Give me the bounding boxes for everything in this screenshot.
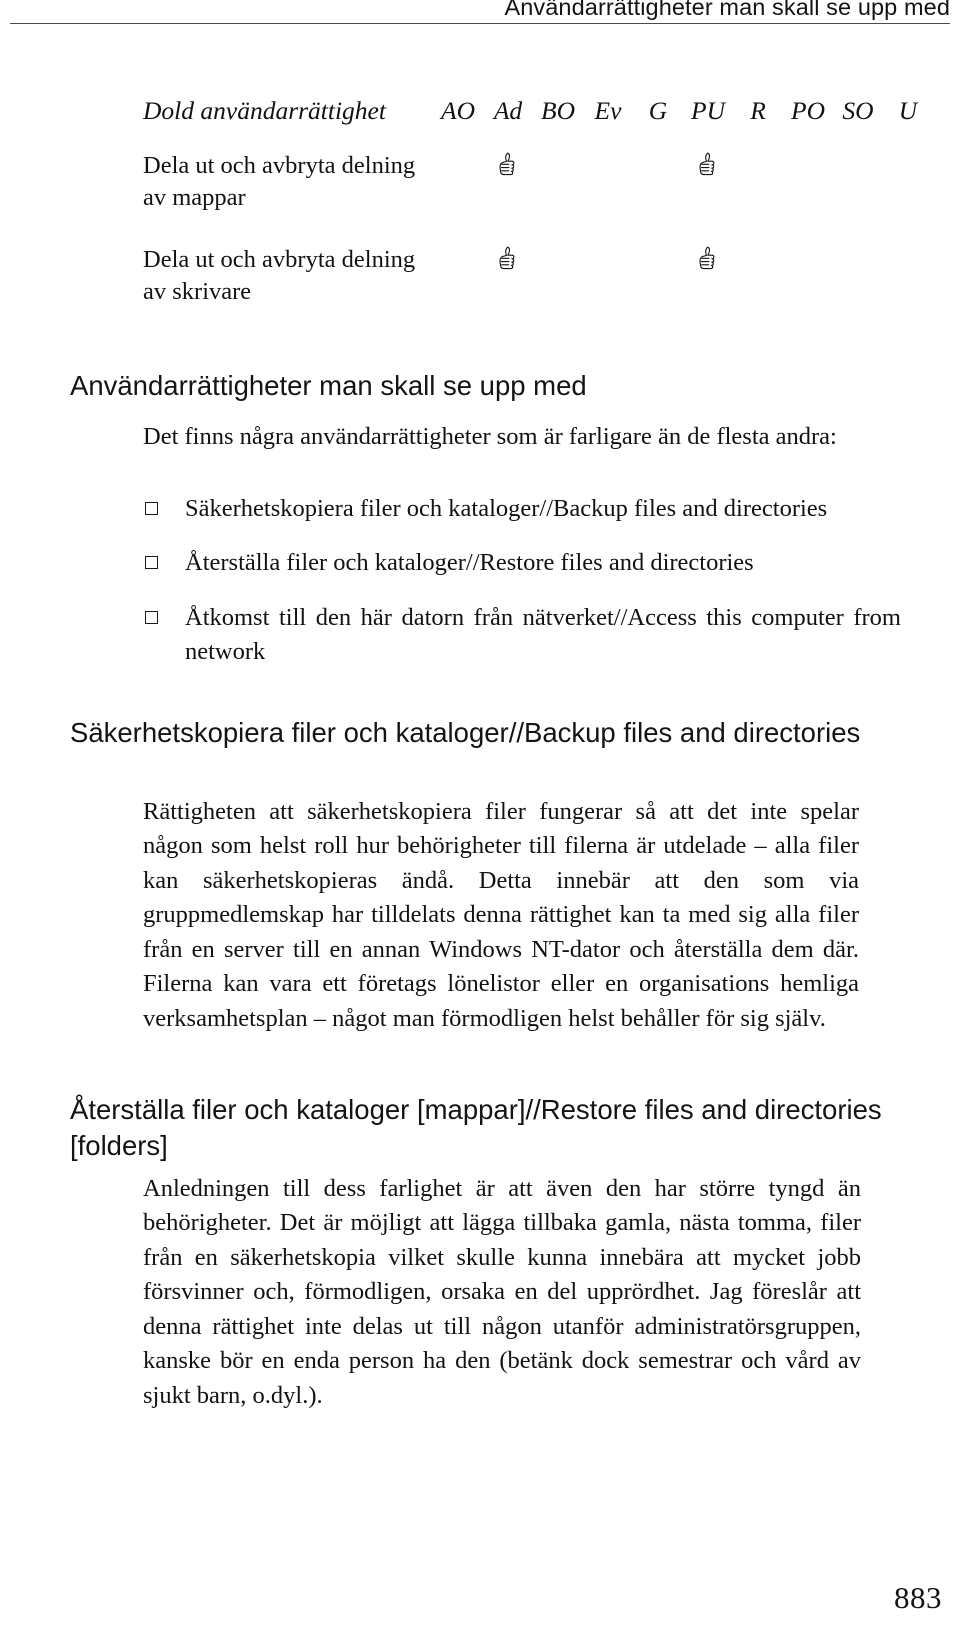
- running-header: Användarrättigheter man skall se upp med: [10, 0, 950, 34]
- running-header-title: Användarrättigheter man skall se upp med: [504, 0, 950, 20]
- list-item: Återställa filer och kataloger//Restore …: [143, 546, 915, 580]
- table-cell-g: [633, 244, 683, 338]
- thumbs-up-icon: [695, 245, 721, 275]
- header-rule: [10, 23, 950, 24]
- table-body: Dela ut och avbryta delning av mappar De…: [143, 150, 933, 337]
- table-cell-ad: [483, 244, 533, 338]
- dangerous-rights-list: Säkerhetskopiera filer och kataloger//Ba…: [143, 492, 901, 669]
- restore-paragraph: Anledningen till dess farlighet är att ä…: [143, 1175, 861, 1409]
- table-cell-ad: [483, 150, 533, 244]
- table-cell-so: [833, 244, 883, 338]
- section-heading-restore: Återställa filer och kataloger [mappar]/…: [70, 1094, 882, 1162]
- table-row-label: Dela ut och avbryta delning av skrivare: [143, 245, 416, 305]
- table-column-header-ev: Ev: [594, 96, 622, 125]
- thumbs-up-icon: [495, 245, 521, 275]
- permissions-table: Dold användarrättighet AO Ad BO Ev G PU …: [143, 96, 933, 337]
- backup-paragraph: Rättigheten att säkerhetskopiera filer f…: [143, 798, 859, 1032]
- table-cell-po: [783, 150, 833, 244]
- square-bullet-icon: [145, 502, 158, 515]
- table-row: Dela ut och avbryta delning av mappar: [143, 150, 933, 244]
- table-cell-u: [883, 244, 933, 338]
- table-column-header-r: R: [750, 96, 766, 125]
- table-column-header-g: G: [648, 96, 668, 125]
- table-cell-ev: [583, 244, 633, 338]
- table-column-header-u: U: [898, 96, 918, 125]
- table-cell-bo: [533, 244, 583, 338]
- table-cell-so: [833, 150, 883, 244]
- list-item: Säkerhetskopiera filer och kataloger//Ba…: [143, 492, 891, 526]
- document-page: Användarrättigheter man skall se upp med…: [0, 0, 960, 1630]
- list-item: Åtkomst till den här datorn från nätverk…: [143, 601, 901, 670]
- table-cell-u: [883, 150, 933, 244]
- table-column-header-ad: Ad: [493, 96, 523, 125]
- table-column-header-bo: BO: [541, 96, 575, 125]
- list-item-label: Säkerhetskopiera filer och kataloger//Ba…: [185, 495, 828, 522]
- table-header-row: Dold användarrättighet AO Ad BO Ev G PU …: [143, 96, 933, 150]
- section-heading-warnings: Användarrättigheter man skall se upp med: [70, 370, 587, 401]
- square-bullet-icon: [145, 610, 158, 624]
- table-column-header-ao: AO: [441, 96, 475, 125]
- intro-paragraph: Det finns några användarrättigheter som …: [143, 423, 837, 450]
- table-row: Dela ut och avbryta delning av skrivare: [143, 244, 933, 338]
- section-heading-backup: Säkerhetskopiera filer och kataloger//Ba…: [70, 717, 861, 748]
- table-cell-po: [783, 244, 833, 338]
- table-cell-ao: [433, 244, 483, 338]
- table-cell-bo: [533, 150, 583, 244]
- list-item-label: Åtkomst till den här datorn från nätverk…: [185, 603, 901, 665]
- table-cell-r: [733, 150, 783, 244]
- table-cell-pu: [683, 150, 733, 244]
- table-row-label: Dela ut och avbryta delning av mappar: [143, 152, 416, 211]
- table-column-header-po: PO: [791, 96, 825, 125]
- square-bullet-icon: [145, 556, 158, 570]
- table-cell-ev: [583, 150, 633, 244]
- table-cell-ao: [433, 150, 483, 244]
- table-column-header-pu: PU: [691, 96, 725, 125]
- page-number: 883: [894, 1580, 942, 1615]
- list-item-label: Återställa filer och kataloger//Restore …: [185, 549, 754, 577]
- table-column-header-so: SO: [842, 96, 874, 125]
- thumbs-up-icon: [695, 151, 721, 181]
- table-cell-pu: [683, 244, 733, 338]
- table-header-label: Dold användarrättighet: [143, 96, 386, 125]
- table-cell-g: [633, 150, 683, 244]
- thumbs-up-icon: [495, 151, 521, 181]
- table-cell-r: [733, 244, 783, 338]
